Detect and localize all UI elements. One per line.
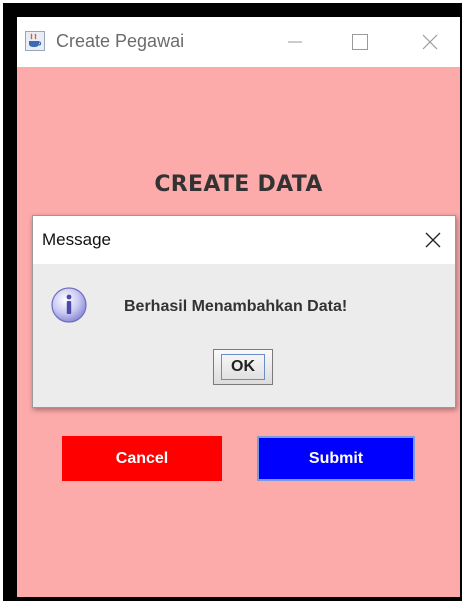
close-icon bbox=[422, 34, 438, 50]
page-title: CREATE DATA bbox=[154, 172, 323, 197]
window-titlebar[interactable]: Create Pegawai bbox=[17, 17, 460, 67]
close-icon bbox=[425, 232, 441, 248]
maximize-icon bbox=[352, 34, 368, 50]
cancel-button[interactable]: Cancel bbox=[62, 436, 222, 481]
window-title: Create Pegawai bbox=[56, 31, 185, 51]
close-button[interactable] bbox=[402, 17, 458, 67]
dialog-message: Berhasil Menambahkan Data! bbox=[124, 298, 348, 315]
minimize-icon bbox=[288, 41, 302, 43]
ok-button[interactable]: OK bbox=[213, 349, 273, 385]
maximize-button[interactable] bbox=[332, 17, 388, 67]
dialog-title: Message bbox=[42, 230, 111, 249]
java-cup-icon bbox=[25, 31, 45, 51]
info-icon bbox=[50, 286, 88, 324]
dialog-titlebar[interactable]: Message bbox=[33, 216, 455, 264]
dialog-close-button[interactable] bbox=[419, 226, 447, 254]
message-dialog: Message Berhasil Menambahkan Data! OK bbox=[32, 215, 456, 408]
minimize-button[interactable] bbox=[267, 17, 323, 67]
ok-button-label: OK bbox=[221, 354, 265, 380]
submit-button[interactable]: Submit bbox=[257, 436, 415, 481]
